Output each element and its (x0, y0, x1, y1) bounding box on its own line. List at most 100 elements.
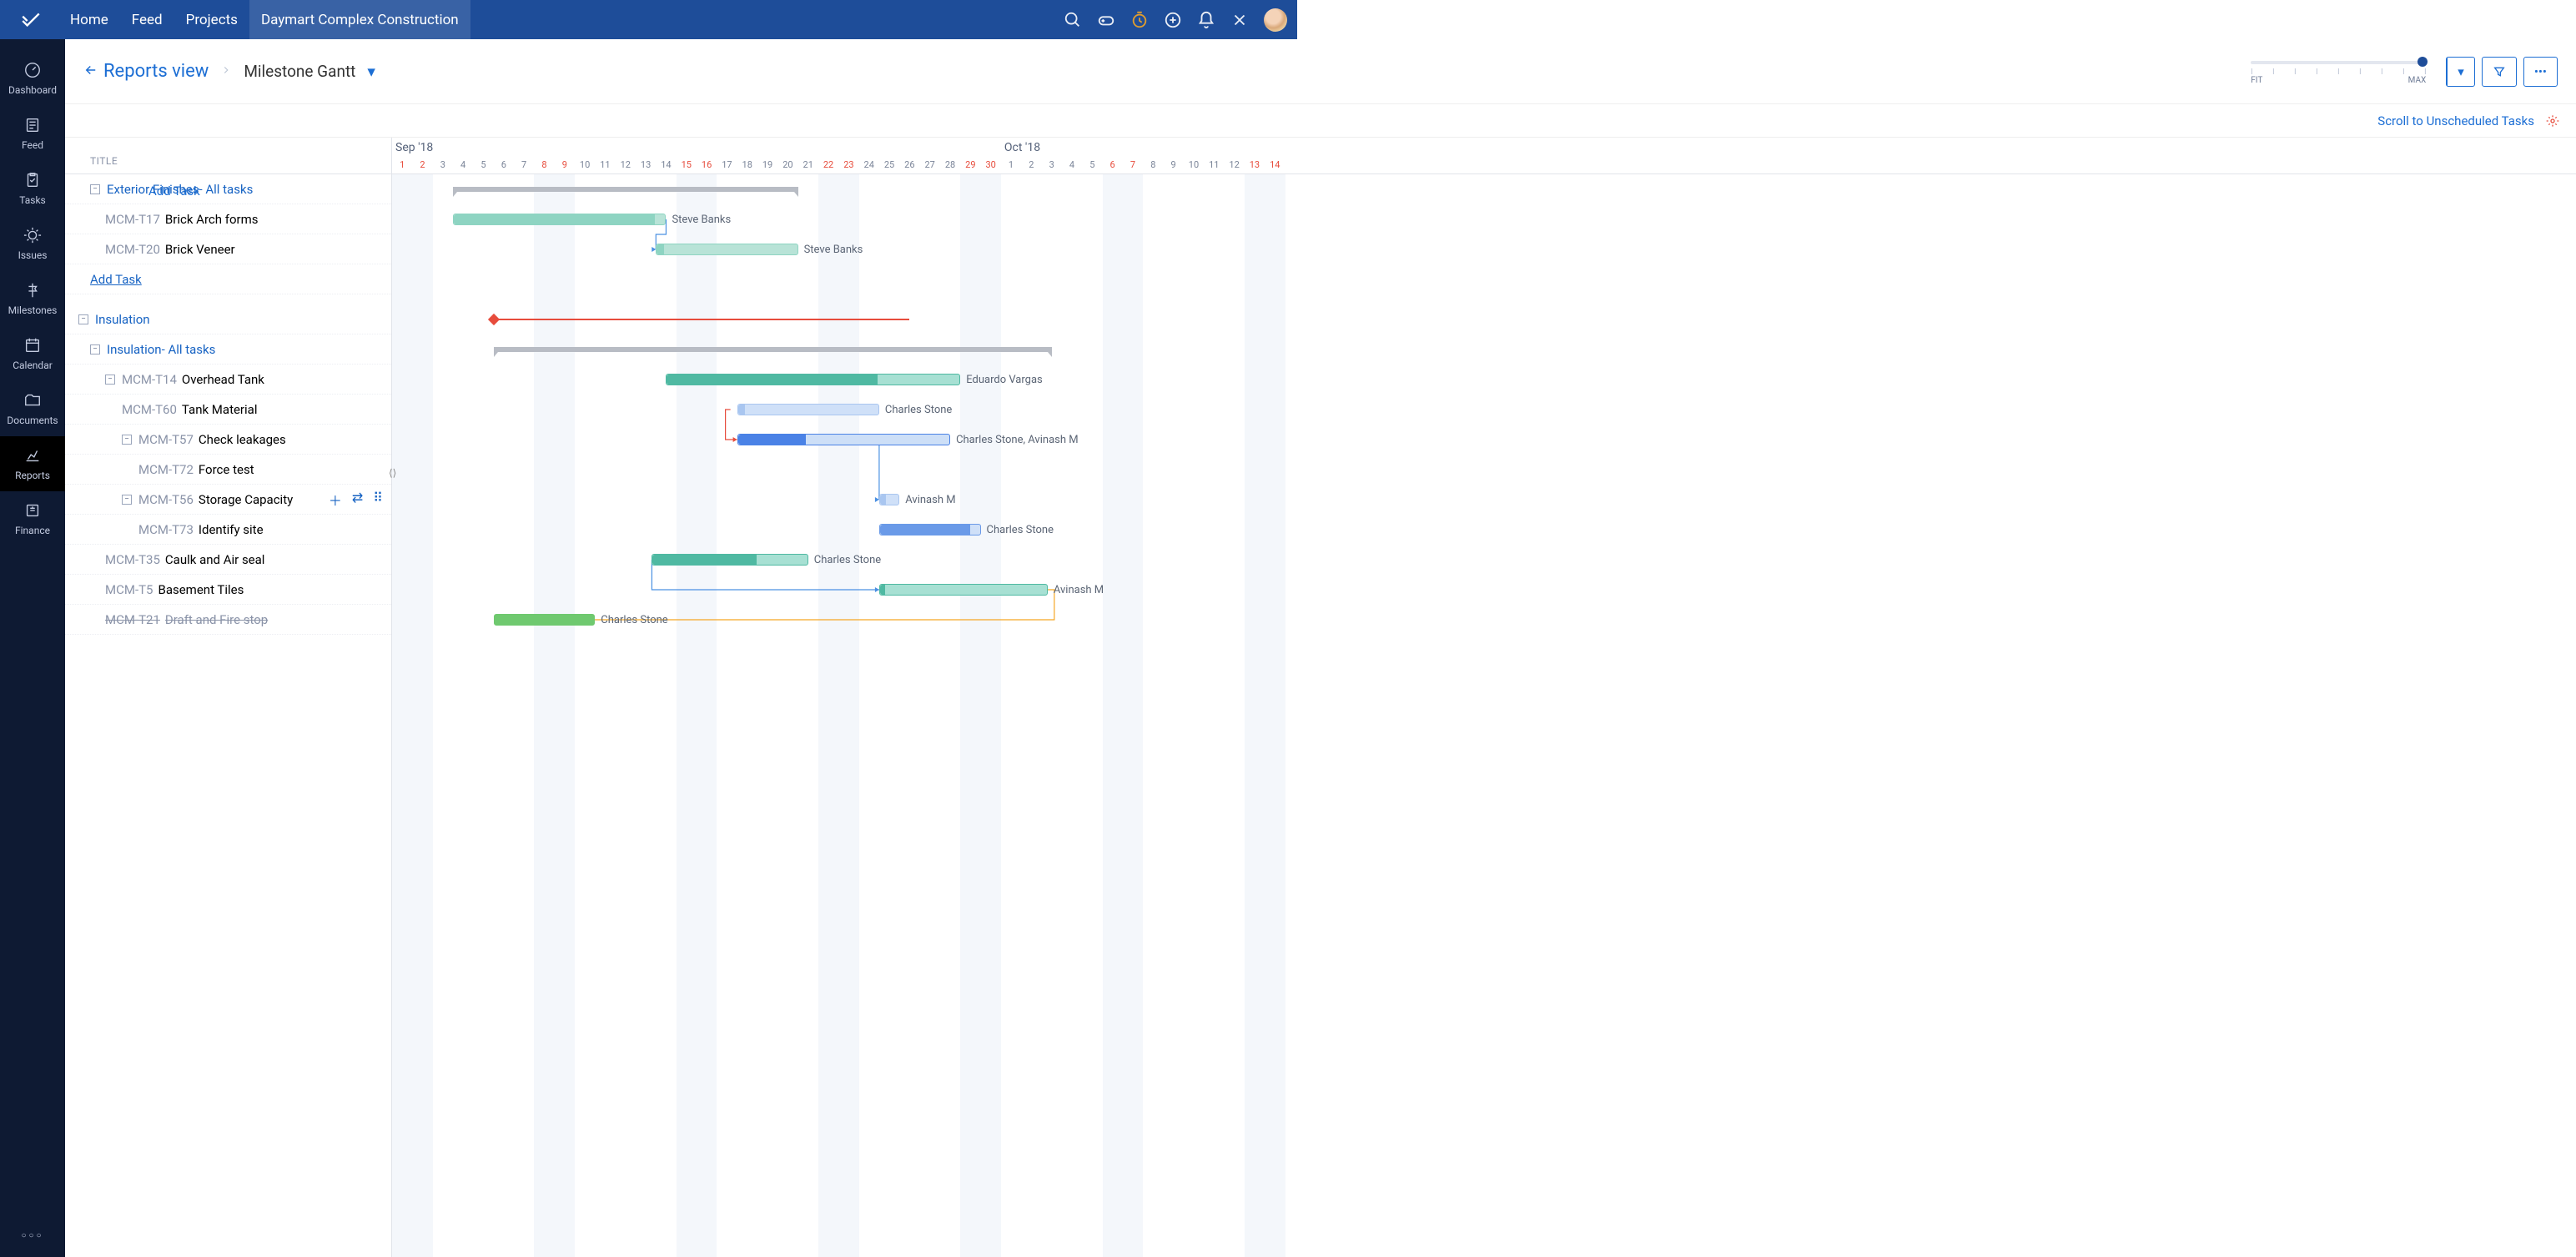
gantt-bar[interactable]: Steve Banks (453, 214, 666, 225)
bar-assignee: Charles Stone, Avinash M (956, 434, 1079, 446)
sidebar-item-tasks[interactable]: Tasks (0, 161, 65, 216)
collapse-toggle[interactable]: − (90, 184, 100, 194)
user-avatar[interactable] (1264, 8, 1287, 32)
task-row[interactable]: MCM-T20Brick Veneer (65, 234, 391, 264)
sidebar-label: Tasks (19, 194, 46, 206)
task-row[interactable]: −Insulation (65, 304, 391, 334)
day-label: 15 (677, 159, 697, 170)
summary-bar[interactable] (453, 187, 798, 192)
add-task-dropdown[interactable]: ▾ (2447, 58, 2474, 86)
gamepad-icon[interactable] (1097, 11, 1115, 29)
back-arrow-icon[interactable] (83, 63, 98, 81)
task-row[interactable]: MCM-T73Identify site (65, 515, 391, 545)
link-task-icon[interactable]: ⇄ (352, 490, 363, 510)
gantt-chart: Sep '18Oct '18 1234567891011121314151617… (392, 138, 2576, 1257)
top-nav-links: Home Feed Projects Daymart Complex Const… (58, 0, 470, 39)
settings-gear-icon[interactable] (2546, 114, 2559, 128)
day-label: 29 (960, 159, 980, 170)
day-label: 4 (1062, 159, 1082, 170)
sidebar-item-milestones[interactable]: Milestones (0, 271, 65, 326)
summary-bar[interactable] (494, 347, 1052, 352)
task-row[interactable]: MCM-T5Basement Tiles (65, 575, 391, 605)
day-label: 28 (940, 159, 960, 170)
sidebar-item-dashboard[interactable]: Dashboard (0, 51, 65, 106)
day-label: 8 (1143, 159, 1163, 170)
sidebar-item-issues[interactable]: Issues (0, 216, 65, 271)
zoom-max: MAX (2408, 76, 2427, 85)
collapse-toggle[interactable]: − (122, 495, 132, 505)
gantt-bar[interactable]: Charles Stone (652, 554, 808, 566)
drag-handle-icon[interactable]: ⠿ (373, 490, 383, 510)
task-row[interactable]: −MCM-T14Overhead Tank (65, 365, 391, 395)
day-label: 16 (697, 159, 717, 170)
scroll-unscheduled-link[interactable]: Scroll to Unscheduled Tasks (2377, 113, 2534, 128)
sidebar-item-reports[interactable]: Reports (0, 436, 65, 491)
day-label: 6 (494, 159, 514, 170)
collapse-toggle[interactable]: − (105, 375, 115, 385)
gantt-bar[interactable]: Charles Stone (737, 404, 879, 415)
add-subtask-icon[interactable]: ＋ (329, 490, 342, 510)
task-title: Insulation- All tasks (107, 342, 215, 357)
add-icon[interactable] (1164, 11, 1182, 29)
task-id: MCM-T17 (105, 212, 160, 227)
task-row[interactable]: MCM-T35Caulk and Air seal (65, 545, 391, 575)
task-row[interactable]: Add Task (65, 264, 391, 294)
task-row[interactable]: −MCM-T56Storage Capacity＋⇄⠿ (65, 485, 391, 515)
task-title: Basement Tiles (158, 582, 244, 597)
collapse-toggle[interactable]: − (78, 314, 88, 324)
sidebar-item-finance[interactable]: Finance (0, 491, 65, 546)
gantt-bar[interactable]: Eduardo Vargas (666, 374, 960, 385)
zoom-knob[interactable] (2418, 57, 2428, 67)
task-id: MCM-T21 (105, 612, 160, 627)
nav-project-daymart[interactable]: Daymart Complex Construction (249, 0, 470, 39)
gantt-bar[interactable]: Avinash M (879, 494, 899, 505)
task-title: Tank Material (182, 402, 258, 417)
scroll-row: Scroll to Unscheduled Tasks (65, 104, 2576, 138)
filter-button[interactable] (2482, 57, 2517, 87)
bar-assignee: Steve Banks (804, 244, 863, 256)
app-logo[interactable] (10, 9, 52, 31)
collapse-toggle[interactable]: − (122, 435, 132, 445)
task-row[interactable]: MCM-T72Force test (65, 455, 391, 485)
sidebar-item-calendar[interactable]: Calendar (0, 326, 65, 381)
task-row[interactable]: MCM-T60Tank Material (65, 395, 391, 425)
gantt-bar[interactable]: Charles Stone, Avinash M (737, 434, 950, 445)
zoom-slider[interactable]: ||||||||| FITMAX (2251, 58, 2426, 85)
tools-icon[interactable] (1230, 11, 1249, 29)
task-row[interactable]: −Insulation- All tasks (65, 334, 391, 365)
page-header: Reports view Milestone Gantt ▾ |||||||||… (65, 39, 2576, 104)
breadcrumb-reports[interactable]: Reports view (103, 61, 209, 82)
task-id: MCM-T72 (138, 462, 194, 477)
month-label: Oct '18 (1004, 141, 1040, 154)
more-menu-button[interactable]: ••• (2523, 57, 2558, 87)
column-resizer[interactable]: ⟨⟩ (389, 467, 397, 482)
timer-icon[interactable] (1130, 11, 1149, 29)
task-row[interactable]: MCM-T21Draft and Fire stop (65, 605, 391, 635)
sidebar-more[interactable]: ○○○ (21, 1231, 43, 1240)
task-row[interactable]: −MCM-T57Check leakages (65, 425, 391, 455)
add-task-button[interactable]: Add Task ▾ (2446, 57, 2475, 87)
nav-feed[interactable]: Feed (120, 0, 174, 39)
nav-home[interactable]: Home (58, 0, 120, 39)
day-label: 3 (433, 159, 453, 170)
day-label: 19 (757, 159, 777, 170)
day-label: 14 (656, 159, 676, 170)
day-label: 11 (595, 159, 615, 170)
gantt-bar[interactable]: Steve Banks (656, 244, 797, 255)
gantt-bar[interactable]: Avinash M (879, 584, 1048, 596)
sidebar-item-documents[interactable]: Documents (0, 381, 65, 436)
day-label: 10 (1184, 159, 1204, 170)
search-icon[interactable] (1064, 11, 1082, 29)
view-selector[interactable]: Milestone Gantt ▾ (244, 62, 375, 81)
day-label: 25 (879, 159, 899, 170)
sidebar-item-feed[interactable]: Feed (0, 106, 65, 161)
task-row[interactable]: MCM-T17Brick Arch forms (65, 204, 391, 234)
sidebar-label: Calendar (13, 360, 53, 371)
task-row[interactable]: −Exterior Finishes- All tasks (65, 174, 391, 204)
collapse-toggle[interactable]: − (90, 344, 100, 354)
bell-icon[interactable] (1197, 11, 1215, 29)
gantt-bar[interactable]: Charles Stone (879, 524, 981, 535)
nav-projects[interactable]: Projects (174, 0, 249, 39)
timeline-header: Sep '18Oct '18 1234567891011121314151617… (392, 138, 2576, 174)
gantt-bar[interactable]: Charles Stone (494, 614, 596, 626)
